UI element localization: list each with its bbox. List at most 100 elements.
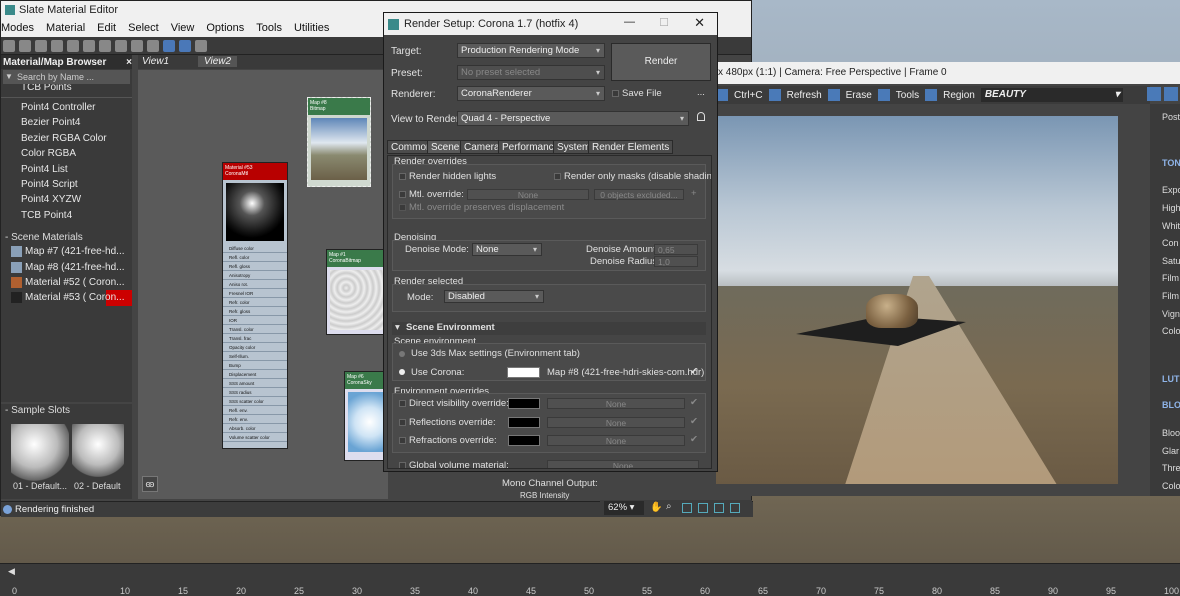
render-hidden-checkbox[interactable] [399,173,406,180]
background-icon[interactable] [131,39,143,52]
material-slot[interactable]: Self-Illum. [223,352,287,361]
node-corona-bitmap[interactable]: Map #1 CoronaBitmap [326,249,388,335]
denoise-amount-field[interactable]: 0,65 [654,244,698,255]
nav-icon[interactable]: ꙭ [142,476,158,492]
node-material[interactable]: Material #53 CoronaMtl Diffuse color Refl… [222,162,288,449]
move-children-icon[interactable] [83,39,95,52]
post-panel-item[interactable]: BLO [1162,400,1180,410]
material-slot[interactable]: Fresnel IOR [223,289,287,298]
refractions-checkbox[interactable] [399,437,406,444]
post-panel-item[interactable]: Thre [1162,463,1180,473]
denoise-radius-field[interactable]: 1,0 [654,256,698,267]
controller-item[interactable]: Point4 XYZW [1,192,132,207]
direct-vis-checkbox[interactable] [399,400,406,407]
delete-icon[interactable] [67,39,79,52]
refractions-color[interactable] [508,435,540,446]
render-masks-checkbox[interactable] [554,173,561,180]
timeline[interactable]: ◀ 0 10 15 20 25 30 35 40 45 50 55 60 65 70 75 80 85 90 95 1… [0,563,1180,596]
material-slot[interactable]: Anisotropy [223,271,287,280]
pan-icon[interactable]: ✋ [650,502,662,513]
refractions-map[interactable]: None [547,435,685,446]
mtl-override-checkbox[interactable] [399,191,406,198]
material-slot[interactable]: Refl. color [223,253,287,262]
region-button[interactable]: Region [943,90,975,101]
env-map-checkbox[interactable]: ✔ [690,366,698,377]
post-panel-item[interactable]: LUT [1162,374,1180,384]
layout-children-icon[interactable] [163,39,175,52]
refresh-icon[interactable] [768,89,781,101]
save-file-checkbox[interactable] [612,90,619,97]
scene-material-item[interactable]: Material #52 ( Coron... [1,275,132,290]
post-panel-item[interactable]: Con [1162,238,1179,248]
material-slot[interactable]: Absorb. color [223,424,287,433]
show-map-icon[interactable] [115,39,127,52]
post-panel-item[interactable]: Film [1162,291,1179,301]
sample-slot-2[interactable] [72,424,124,482]
target-dropdown[interactable]: Production Rendering Mode [457,43,605,58]
post-panel-item[interactable]: Whit [1162,221,1180,231]
env-map-button[interactable]: Map #8 (421-free-hdri-skies-com.hdr) [547,367,704,378]
post-panel-item[interactable]: High [1162,203,1180,213]
controller-item[interactable]: Point4 Script [1,177,132,192]
zoom-dropdown[interactable]: 62% ▾ [604,501,644,515]
material-slot[interactable]: IOR [223,316,287,325]
direct-vis-map[interactable]: None [547,398,685,409]
menu-modes[interactable]: Modes [1,22,40,34]
time-slider-left-icon[interactable]: ◀ [8,566,15,577]
layout-icon[interactable] [147,39,159,52]
tab-view1[interactable]: View1 [142,56,169,67]
node-corona-sky[interactable]: Map #6 CoronaSky [344,371,388,461]
zoom-in-icon[interactable] [1147,87,1161,101]
controller-item[interactable]: Bezier RGBA Color [1,131,132,146]
controller-item[interactable]: Point4 List [1,162,132,177]
material-slot[interactable]: Refr. gloss [223,307,287,316]
channel-select[interactable]: BEAUTY ▾ [980,88,1123,102]
scene-material-item[interactable]: Material #53 ( Coron... [1,290,132,306]
add-exclusion-button[interactable]: + [691,188,697,199]
zoom-region-icon[interactable] [714,503,724,513]
material-slot[interactable]: Diffuse color [223,244,287,253]
sample-slot-1[interactable] [11,424,69,482]
scene-material-item[interactable]: Map #8 (421-free-hd... [1,260,132,275]
post-panel-item[interactable]: Glar [1162,446,1179,456]
menu-select[interactable]: Select [122,22,165,34]
zoom-extents-icon[interactable] [682,503,692,513]
material-slot[interactable]: Bump [223,361,287,370]
menu-view[interactable]: View [165,22,201,34]
material-slot[interactable]: Transl. frac [223,334,287,343]
list-item[interactable]: TCB Points [1,83,132,95]
menu-tools[interactable]: Tools [250,22,288,34]
objects-excluded-button[interactable]: 0 objects excluded... [594,189,684,200]
mode-dropdown[interactable]: Disabled [444,290,544,303]
hide-unused-icon[interactable] [99,39,111,52]
menu-utilities[interactable]: Utilities [288,22,335,34]
region-icon[interactable] [925,89,938,101]
post-panel-item[interactable]: Satu [1162,256,1180,266]
material-slot[interactable]: SSS amount [223,379,287,388]
more-button[interactable]: ... [697,87,705,98]
copy-button[interactable]: Ctrl+C [734,90,763,101]
global-volume-checkbox[interactable] [399,462,406,468]
mtl-override-slot[interactable]: None [467,189,589,200]
close-icon[interactable]: ✕ [694,15,705,31]
material-slot[interactable]: Aniso rot. [223,280,287,289]
erase-button[interactable]: Erase [846,90,872,101]
zoom-icon[interactable]: ⌕ [666,501,672,512]
post-panel-item[interactable]: Bloo [1162,428,1180,438]
denoise-mode-dropdown[interactable]: None [472,243,542,256]
use-3ds-radio[interactable] [399,351,405,357]
paint-icon[interactable] [195,39,207,52]
post-panel-item[interactable]: TON [1162,158,1180,168]
material-slot[interactable]: Refl. gloss [223,262,287,271]
reflections-map-checkbox[interactable]: ✔ [690,416,698,427]
global-volume-map[interactable]: None [547,460,699,468]
reflections-color[interactable] [508,417,540,428]
material-slot[interactable]: Refr. color [223,298,287,307]
material-slot[interactable]: SSS scatter color [223,397,287,406]
search-field[interactable]: ▼ Search by Name ... [3,70,130,84]
material-parameters-icon[interactable] [179,39,191,52]
tab-view2[interactable]: View2 [198,56,238,67]
select-tool-icon[interactable] [3,39,15,52]
reflections-map[interactable]: None [547,417,685,428]
put-material-icon[interactable] [35,39,47,52]
